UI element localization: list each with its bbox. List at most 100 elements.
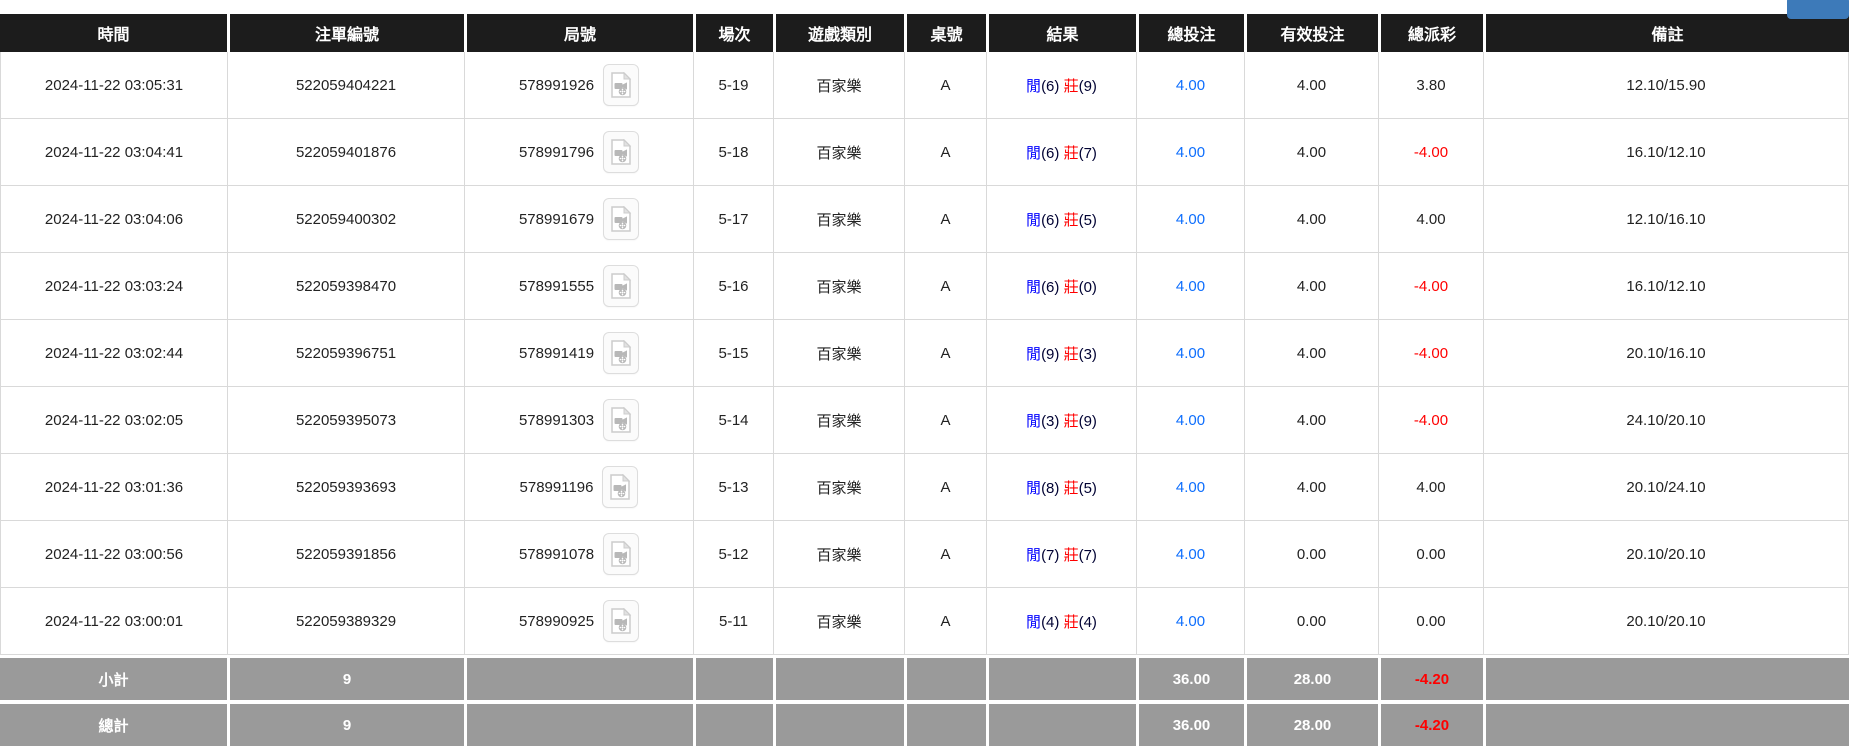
cell-valid-bet: 0.00 xyxy=(1244,521,1378,588)
result-player-score: (6) xyxy=(1041,212,1059,229)
column-header-total_bet: 總投注 xyxy=(1136,14,1244,52)
cell-total-bet: 4.00 xyxy=(1136,253,1244,320)
total-bet-link[interactable]: 4.00 xyxy=(1176,278,1205,295)
result-banker-score: (4) xyxy=(1079,614,1097,631)
cell-result: 閒(9) 莊(3) xyxy=(986,320,1136,387)
bet-records-page: 時間注單編號局號場次遊戲類別桌號結果總投注有效投注總派彩備註 2024-11-2… xyxy=(0,14,1849,749)
result-player-score: (6) xyxy=(1041,145,1059,162)
round-number-text: 578991679 xyxy=(519,211,594,228)
cell-valid-bet: 4.00 xyxy=(1244,387,1378,454)
cell-total-payout: -4.00 xyxy=(1378,253,1483,320)
total-bet-link[interactable]: 4.00 xyxy=(1176,479,1205,496)
round-number-group: 578991303 xyxy=(519,399,639,441)
round-number-text: 578990925 xyxy=(519,613,594,630)
result-banker-score: (5) xyxy=(1079,480,1097,497)
video-replay-button[interactable] xyxy=(603,332,639,374)
cell-total-bet: 4.00 xyxy=(1136,454,1244,521)
column-header-result: 結果 xyxy=(986,14,1136,52)
total-bet-link[interactable]: 4.00 xyxy=(1176,613,1205,630)
cell-result: 閒(6) 莊(7) xyxy=(986,119,1136,186)
footer-label: 總計 xyxy=(0,700,227,746)
cell-total-bet: 4.00 xyxy=(1136,119,1244,186)
footer-empty-cell xyxy=(986,700,1136,746)
cell-remark: 20.10/20.10 xyxy=(1483,588,1849,655)
total-bet-link[interactable]: 4.00 xyxy=(1176,345,1205,362)
cell-session: 5-14 xyxy=(693,387,773,454)
cell-session: 5-18 xyxy=(693,119,773,186)
cell-time: 2024-11-22 03:03:24 xyxy=(0,253,227,320)
video-file-icon xyxy=(610,407,632,433)
cell-round-number: 578991796 xyxy=(464,119,693,186)
cell-session: 5-16 xyxy=(693,253,773,320)
cell-table-number: A xyxy=(904,186,986,253)
video-replay-button[interactable] xyxy=(603,265,639,307)
video-replay-button[interactable] xyxy=(603,131,639,173)
cell-session: 5-15 xyxy=(693,320,773,387)
round-number-group: 578990925 xyxy=(519,600,639,642)
cell-time: 2024-11-22 03:02:44 xyxy=(0,320,227,387)
table-row: 2024-11-22 03:05:31522059404221578991926… xyxy=(0,52,1849,119)
video-replay-button[interactable] xyxy=(603,198,639,240)
table-body: 2024-11-22 03:05:31522059404221578991926… xyxy=(0,52,1849,655)
video-file-icon xyxy=(610,608,632,634)
cell-total-payout: -4.00 xyxy=(1378,320,1483,387)
column-header-table_no: 桌號 xyxy=(904,14,986,52)
cell-game-type: 百家樂 xyxy=(773,521,904,588)
cell-table-number: A xyxy=(904,387,986,454)
cell-round-number: 578991679 xyxy=(464,186,693,253)
result-player-label: 閒 xyxy=(1026,547,1041,564)
cell-bet-number: 522059389329 xyxy=(227,588,464,655)
total-bet-link[interactable]: 4.00 xyxy=(1176,77,1205,94)
cell-total-payout: 0.00 xyxy=(1378,521,1483,588)
cell-round-number: 578990925 xyxy=(464,588,693,655)
cell-total-payout: 3.80 xyxy=(1378,52,1483,119)
cell-round-number: 578991555 xyxy=(464,253,693,320)
footer-total-payout: -4.20 xyxy=(1378,655,1483,700)
cell-bet-number: 522059396751 xyxy=(227,320,464,387)
video-replay-button[interactable] xyxy=(603,533,639,575)
column-header-session: 場次 xyxy=(693,14,773,52)
cell-round-number: 578991926 xyxy=(464,52,693,119)
cell-remark: 12.10/15.90 xyxy=(1483,52,1849,119)
result-banker-label: 莊 xyxy=(1064,212,1079,229)
video-replay-button[interactable] xyxy=(603,64,639,106)
footer-row-subtotal: 小計936.0028.00-4.20 xyxy=(0,655,1849,700)
result-banker-score: (3) xyxy=(1079,346,1097,363)
cell-remark: 20.10/16.10 xyxy=(1483,320,1849,387)
cell-time: 2024-11-22 03:04:41 xyxy=(0,119,227,186)
cell-session: 5-12 xyxy=(693,521,773,588)
result-banker-label: 莊 xyxy=(1064,614,1079,631)
footer-empty-cell xyxy=(464,700,693,746)
result-player-score: (8) xyxy=(1041,480,1059,497)
cell-table-number: A xyxy=(904,320,986,387)
total-bet-link[interactable]: 4.00 xyxy=(1176,144,1205,161)
result-banker-score: (5) xyxy=(1079,212,1097,229)
video-file-icon xyxy=(610,541,632,567)
cell-total-payout: 0.00 xyxy=(1378,588,1483,655)
result-banker-score: (9) xyxy=(1079,413,1097,430)
result-player-label: 閒 xyxy=(1026,346,1041,363)
total-bet-link[interactable]: 4.00 xyxy=(1176,211,1205,228)
result-banker-label: 莊 xyxy=(1064,145,1079,162)
video-replay-button[interactable] xyxy=(603,600,639,642)
result-banker-score: (0) xyxy=(1079,279,1097,296)
cell-game-type: 百家樂 xyxy=(773,588,904,655)
total-bet-link[interactable]: 4.00 xyxy=(1176,546,1205,563)
video-file-icon xyxy=(610,340,632,366)
total-bet-link[interactable]: 4.00 xyxy=(1176,412,1205,429)
footer-empty-cell xyxy=(986,655,1136,700)
cell-session: 5-13 xyxy=(693,454,773,521)
result-player-label: 閒 xyxy=(1026,413,1041,430)
top-right-button[interactable] xyxy=(1787,0,1849,19)
cell-time: 2024-11-22 03:01:36 xyxy=(0,454,227,521)
column-header-time: 時間 xyxy=(0,14,227,52)
table-row: 2024-11-22 03:00:56522059391856578991078… xyxy=(0,521,1849,588)
footer-total-bet: 36.00 xyxy=(1136,655,1244,700)
cell-session: 5-17 xyxy=(693,186,773,253)
video-replay-button[interactable] xyxy=(602,466,638,508)
footer-empty-cell xyxy=(464,655,693,700)
footer-empty-cell xyxy=(773,655,904,700)
video-replay-button[interactable] xyxy=(603,399,639,441)
cell-valid-bet: 4.00 xyxy=(1244,320,1378,387)
cell-round-number: 578991078 xyxy=(464,521,693,588)
